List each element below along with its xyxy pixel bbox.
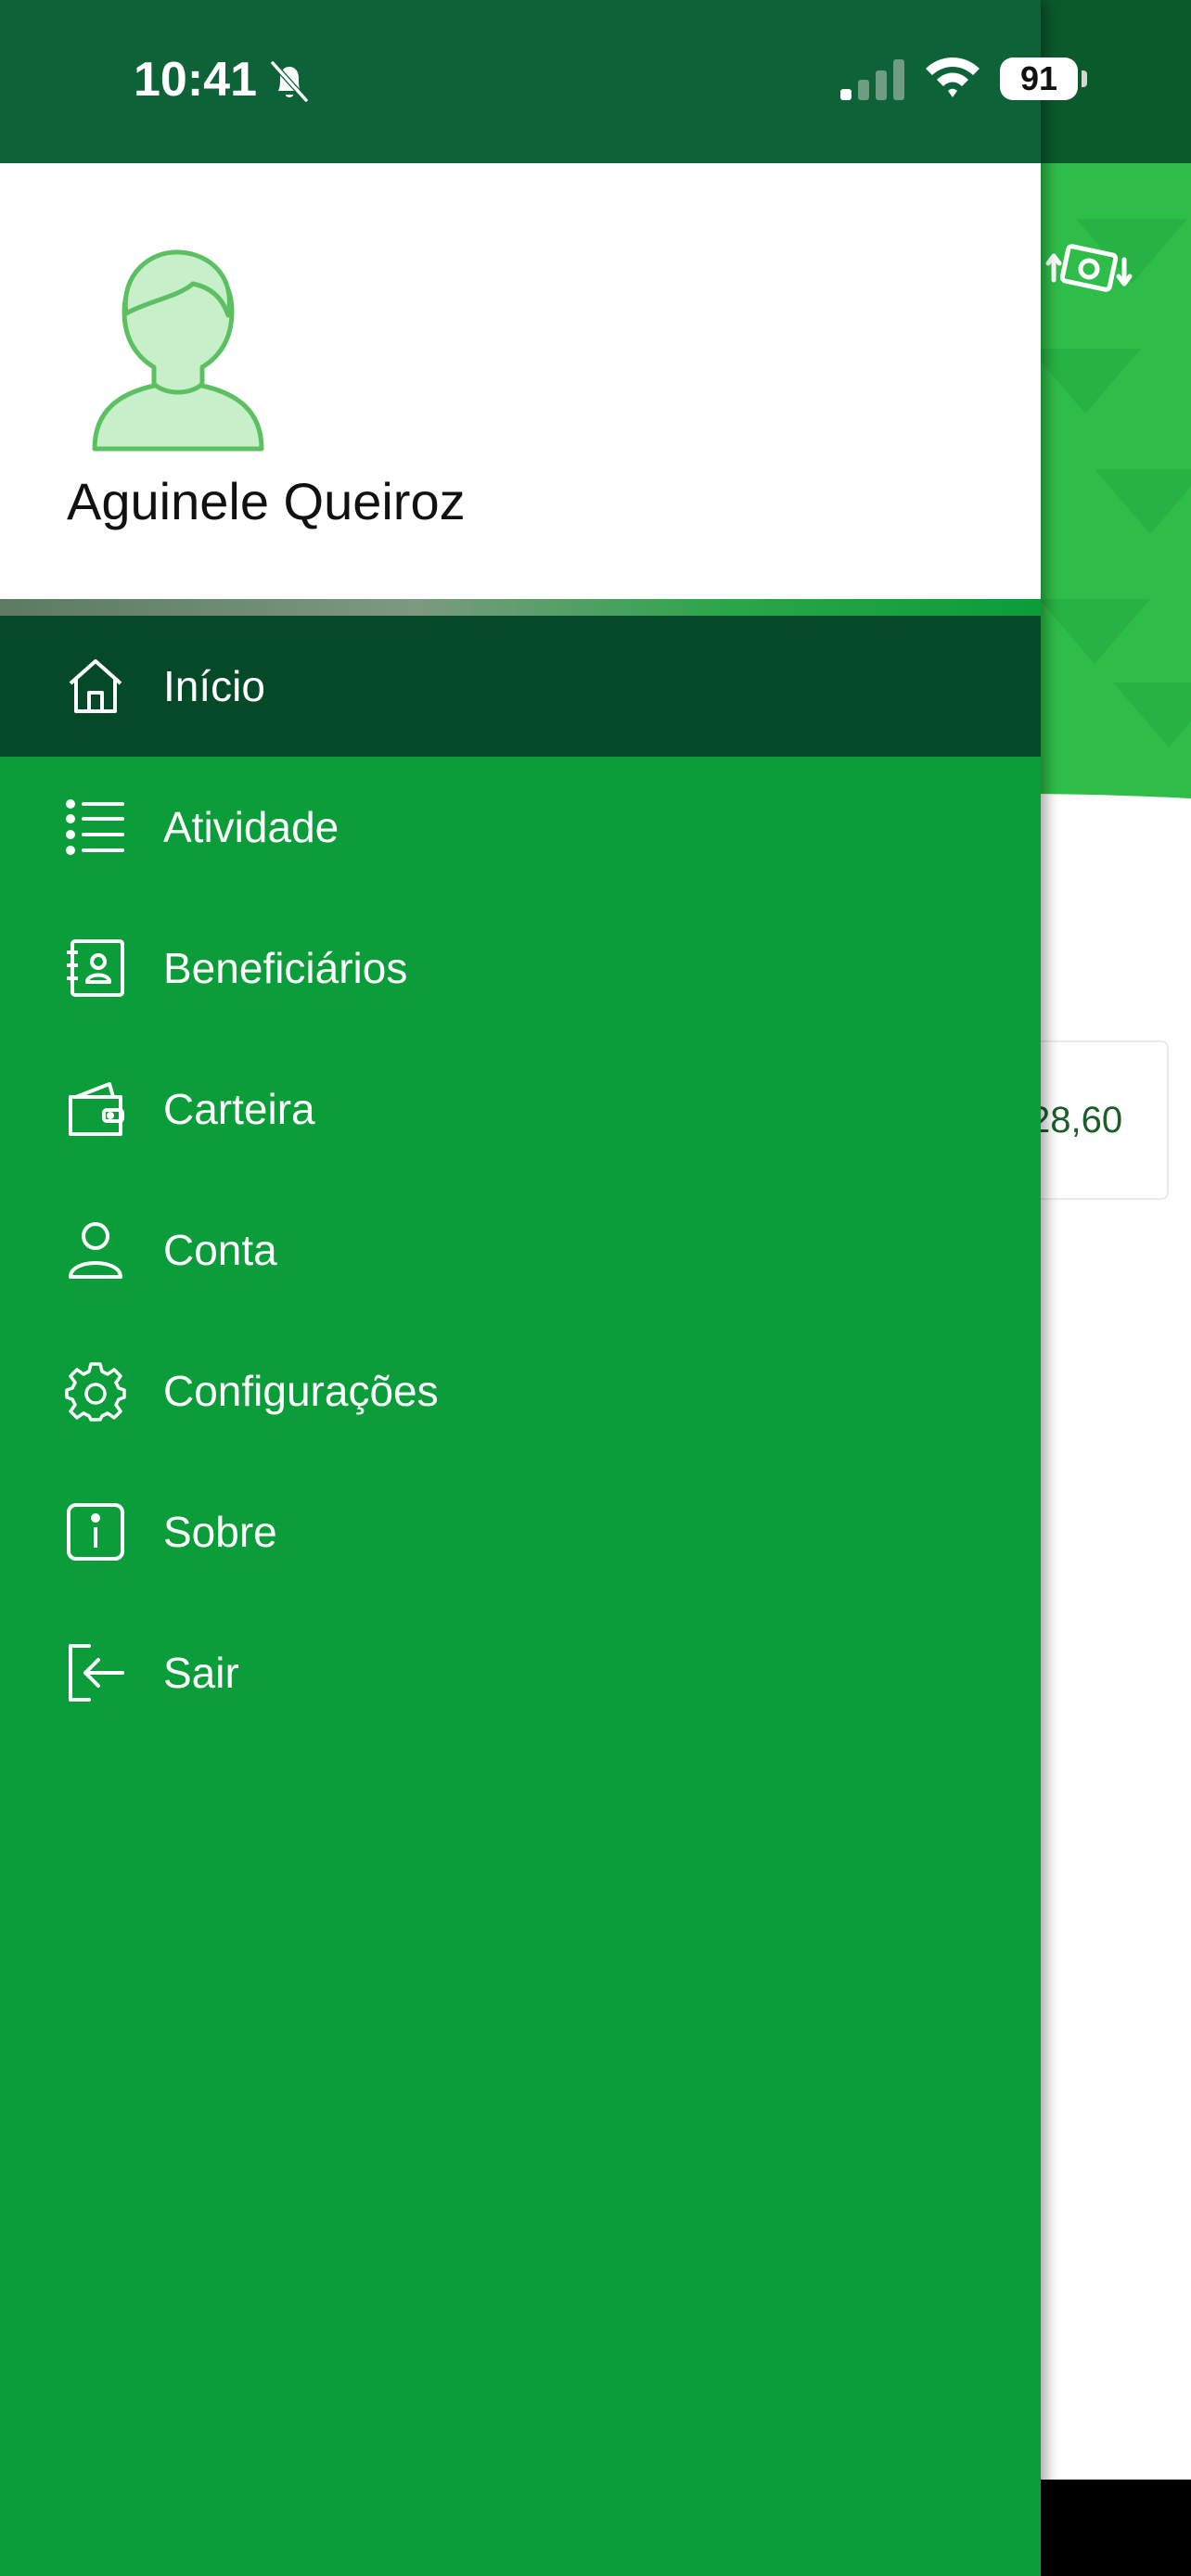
menu-item-carteira[interactable]: Carteira xyxy=(0,1039,1041,1180)
menu-item-label: Carteira xyxy=(163,1085,315,1133)
menu-item-sobre[interactable]: Sobre xyxy=(0,1461,1041,1602)
menu-item-conta[interactable]: Conta xyxy=(0,1180,1041,1320)
user-icon xyxy=(65,1219,126,1281)
silent-bell-icon xyxy=(270,60,309,103)
cellular-signal-icon xyxy=(840,59,904,100)
navigation-drawer: Aguinele Queiroz Início Atividade Benefi… xyxy=(0,0,1041,2576)
money-exchange-icon[interactable] xyxy=(1041,239,1133,304)
drawer-menu: Início Atividade Beneficiários Carteira … xyxy=(0,616,1041,1743)
battery-tip xyxy=(1082,70,1087,87)
list-icon xyxy=(65,797,126,858)
wallet-icon xyxy=(65,1078,126,1140)
info-icon xyxy=(65,1501,126,1562)
menu-item-label: Beneficiários xyxy=(163,944,408,992)
menu-item-configuracoes[interactable]: Configurações xyxy=(0,1320,1041,1461)
wifi-icon xyxy=(926,57,980,97)
menu-item-sair[interactable]: Sair xyxy=(0,1602,1041,1743)
menu-item-label: Atividade xyxy=(163,803,339,851)
menu-item-label: Sair xyxy=(163,1649,239,1697)
menu-item-beneficiarios[interactable]: Beneficiários xyxy=(0,898,1041,1039)
status-bar: 10:41 91 xyxy=(0,0,1191,163)
menu-item-label: Sobre xyxy=(163,1508,277,1556)
contacts-book-icon xyxy=(65,937,126,999)
header-divider xyxy=(0,599,1041,616)
logout-icon xyxy=(65,1642,126,1703)
menu-item-atividade[interactable]: Atividade xyxy=(0,757,1041,898)
background-balance-value: 28,60 xyxy=(1030,1100,1123,1141)
home-icon xyxy=(65,656,126,717)
menu-item-label: Início xyxy=(163,662,265,710)
menu-item-label: Configurações xyxy=(163,1367,439,1415)
menu-item-label: Conta xyxy=(163,1226,277,1274)
menu-item-inicio[interactable]: Início xyxy=(0,616,1041,757)
gear-icon xyxy=(65,1360,126,1422)
avatar-icon[interactable] xyxy=(89,247,267,453)
battery-indicator: 91 xyxy=(1000,57,1078,100)
user-name: Aguinele Queiroz xyxy=(67,472,466,530)
status-time: 10:41 xyxy=(134,53,257,107)
